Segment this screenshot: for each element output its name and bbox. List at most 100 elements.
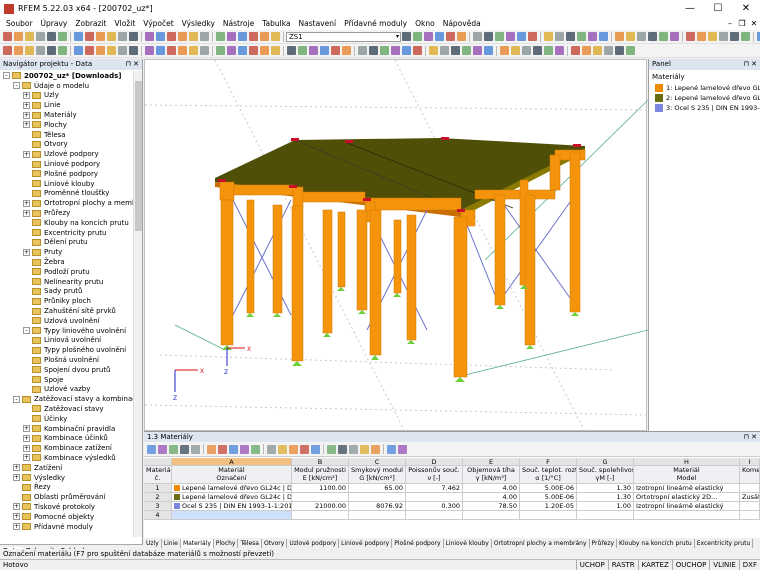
toolbar-tool-icon[interactable]	[260, 46, 269, 55]
table-tab[interactable]: Plošné podpory	[392, 538, 444, 548]
toolbar-tool-icon[interactable]	[670, 32, 679, 41]
toolbar-tool-icon[interactable]	[615, 46, 624, 55]
tree-item[interactable]: + Uzly	[0, 91, 133, 101]
tree-item[interactable]: Excentricity prutu	[0, 228, 133, 238]
tree-item[interactable]: Řezy	[0, 482, 133, 492]
column-header[interactable]: Souč. teplot. roztaž. α [1/°C]	[520, 466, 577, 484]
toolbar-tool-icon[interactable]	[637, 32, 646, 41]
toolbar-tool-icon[interactable]	[85, 46, 94, 55]
tree-item[interactable]: Plošné podpory	[0, 169, 133, 179]
table-cell[interactable]: 4.00	[463, 493, 520, 502]
collapse-icon[interactable]: -	[13, 82, 20, 90]
toolbar-tool-icon[interactable]	[271, 46, 280, 55]
table-tool-icon[interactable]	[387, 444, 396, 454]
menu-item[interactable]: Nástroje	[219, 19, 258, 28]
tree-item[interactable]: + Pruty	[0, 247, 133, 257]
toolbar-tool-icon[interactable]	[342, 46, 351, 55]
toolbar-tool-icon[interactable]	[25, 32, 34, 41]
toolbar-tool-icon[interactable]	[473, 46, 482, 55]
toolbar-tool-icon[interactable]	[309, 46, 318, 55]
menu-item[interactable]: Nápověda	[439, 19, 485, 28]
tree-item[interactable]: Plošná uvolnění	[0, 355, 133, 365]
tree-item[interactable]: + Uzlové podpory	[0, 149, 133, 159]
column-header[interactable]: Objemová tíha γ [kN/m³]	[463, 466, 520, 484]
table-cell[interactable]: 5.00E-06	[520, 484, 577, 493]
status-toggle[interactable]: DXF	[738, 560, 760, 570]
table-cell[interactable]: 8076.92	[349, 502, 406, 511]
table-cell[interactable]: 78.50	[463, 502, 520, 511]
expand-icon[interactable]: +	[13, 523, 20, 531]
toolbar-tool-icon[interactable]	[741, 32, 750, 41]
toolbar-tool-icon[interactable]	[577, 32, 586, 41]
toolbar-tool-icon[interactable]	[446, 32, 455, 41]
table-tab[interactable]: Materiály	[180, 538, 214, 548]
expand-icon[interactable]: +	[13, 513, 20, 521]
table-cell[interactable]: 0.300	[406, 502, 463, 511]
table-tab[interactable]: Tělesa	[238, 538, 262, 548]
table-cell[interactable]	[406, 493, 463, 502]
table-cell[interactable]: Izotropní lineárně elastický	[634, 502, 740, 511]
table-cell[interactable]: 1.30	[577, 493, 634, 502]
table-cell[interactable]: Zusätzlic	[740, 493, 760, 502]
table-tool-icon[interactable]	[180, 444, 189, 454]
toolbar-tool-icon[interactable]	[719, 32, 728, 41]
expand-icon[interactable]: +	[23, 248, 30, 256]
column-header[interactable]: Smykový modul G [kN/cm²]	[349, 466, 406, 484]
toolbar-tool-icon[interactable]	[156, 32, 165, 41]
table-tool-icon[interactable]	[349, 444, 358, 454]
tree-item[interactable]: Podloží prutu	[0, 267, 133, 277]
column-header[interactable]: Materiál Označení	[172, 466, 292, 484]
tree-item[interactable]: Liniové podpory	[0, 159, 133, 169]
toolbar-tool-icon[interactable]	[659, 32, 668, 41]
column-header[interactable]: Poissonův souč. ν [-]	[406, 466, 463, 484]
toolbar-tool-icon[interactable]	[178, 32, 187, 41]
toolbar-tool-icon[interactable]	[566, 32, 575, 41]
tree-item[interactable]: - Zatěžovací stavy a kombinace	[0, 394, 133, 404]
toolbar-tool-icon[interactable]	[200, 32, 209, 41]
table-cell[interactable]: 4.00	[463, 484, 520, 493]
toolbar-tool-icon[interactable]	[440, 46, 449, 55]
toolbar-tool-icon[interactable]	[85, 32, 94, 41]
toolbar-tool-icon[interactable]	[511, 46, 520, 55]
table-tool-icon[interactable]	[240, 444, 249, 454]
minimize-button[interactable]: —	[676, 0, 704, 17]
toolbar-tool-icon[interactable]	[451, 46, 460, 55]
tree-item[interactable]: Zahuštění sítě prvků	[0, 306, 133, 316]
toolbar-tool-icon[interactable]	[118, 46, 127, 55]
tree-item[interactable]: Sady prutů	[0, 287, 133, 297]
toolbar-tool-icon[interactable]	[200, 46, 209, 55]
toolbar-tool-icon[interactable]	[522, 46, 531, 55]
table-cell[interactable]: 21000.00	[292, 502, 349, 511]
toolbar-tool-icon[interactable]	[107, 32, 116, 41]
table-cell[interactable]: 1.20E-05	[520, 502, 577, 511]
tree-item[interactable]: Zatěžovací stavy	[0, 404, 133, 414]
column-letter[interactable]: C	[349, 458, 406, 466]
toolbar-tool-icon[interactable]	[249, 32, 258, 41]
toolbar-tool-icon[interactable]	[473, 32, 482, 41]
column-letter[interactable]: F	[520, 458, 577, 466]
table-tab[interactable]: Uzlové podpory	[287, 538, 340, 548]
tree-item[interactable]: + Materiály	[0, 110, 133, 120]
table-tool-icon[interactable]	[169, 444, 178, 454]
tree-item[interactable]: + Kombinace zatížení	[0, 443, 133, 453]
expand-icon[interactable]: +	[23, 121, 30, 129]
table-tab[interactable]: Klouby na koncích prutu	[617, 538, 695, 548]
toolbar-tool-icon[interactable]	[3, 32, 12, 41]
toolbar-tool-icon[interactable]	[626, 32, 635, 41]
column-letter[interactable]: G	[577, 458, 634, 466]
table-tab[interactable]: Ortotropní plochy a membrány	[492, 538, 590, 548]
table-tool-icon[interactable]	[191, 444, 200, 454]
toolbar-tool-icon[interactable]	[555, 46, 564, 55]
toolbar-tool-icon[interactable]	[544, 32, 553, 41]
toolbar-tool-icon[interactable]	[626, 46, 635, 55]
toolbar-tool-icon[interactable]	[435, 32, 444, 41]
toolbar-tool-icon[interactable]	[129, 46, 138, 55]
tree-item[interactable]: + Linie	[0, 100, 133, 110]
column-letter[interactable]: I	[740, 458, 760, 466]
table-cell[interactable]	[634, 511, 740, 520]
toolbar-tool-icon[interactable]	[167, 32, 176, 41]
table-cell[interactable]: 1.30	[577, 484, 634, 493]
tree-item[interactable]: + Průřezy	[0, 208, 133, 218]
toolbar-tool-icon[interactable]	[402, 46, 411, 55]
column-letter[interactable]: E	[463, 458, 520, 466]
